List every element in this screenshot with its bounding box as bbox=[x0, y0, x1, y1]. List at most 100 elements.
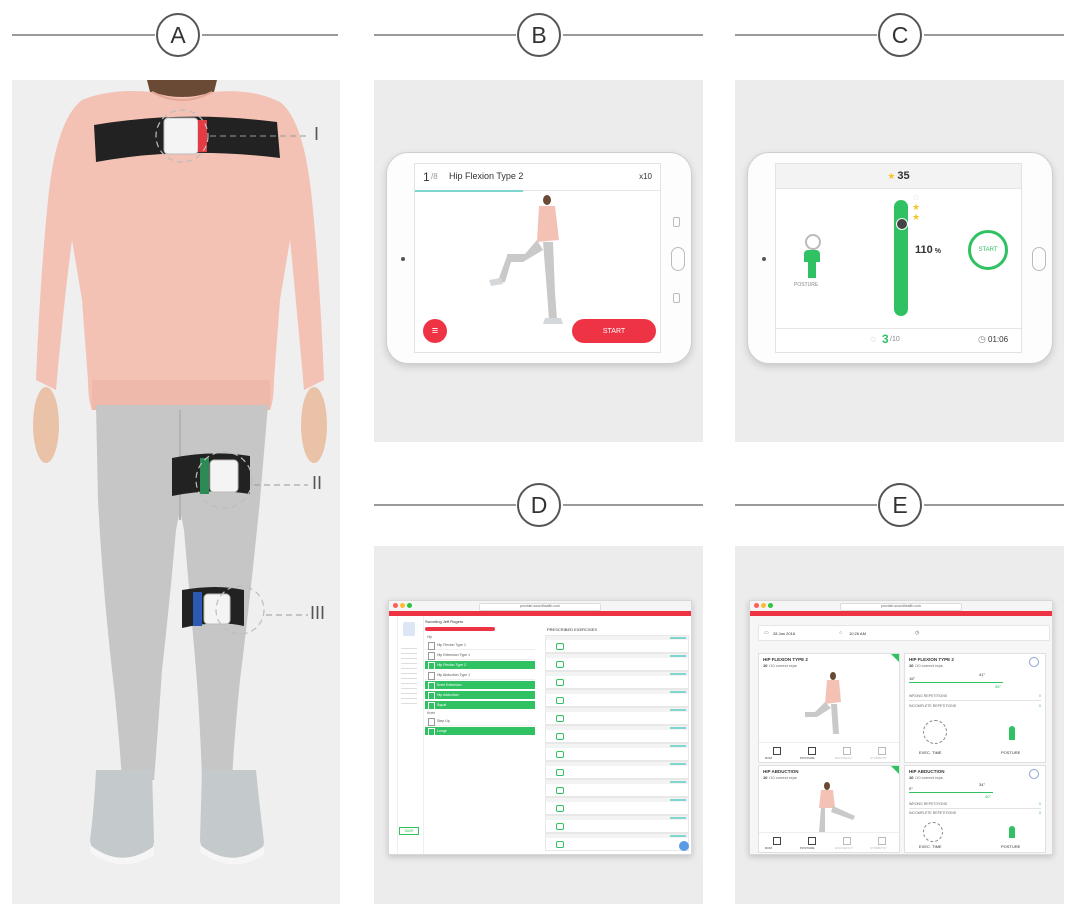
red-top-bar bbox=[389, 611, 691, 616]
prescribed-row[interactable] bbox=[545, 815, 689, 833]
prescribed-row[interactable] bbox=[545, 833, 689, 851]
incomplete-reps-value: 0 bbox=[1039, 704, 1041, 708]
calendar-icon: ▭ bbox=[764, 630, 769, 636]
row-header bbox=[546, 762, 688, 766]
prescribed-row[interactable] bbox=[545, 635, 689, 653]
tablet-camera bbox=[401, 257, 405, 261]
row-header bbox=[546, 726, 688, 730]
row-value-pill[interactable] bbox=[556, 769, 564, 776]
exercise-card-1[interactable]: HIP FLEXION TYPE 2 10 /10 correct reps R… bbox=[758, 653, 900, 763]
metric-tab[interactable]: ROM bbox=[759, 833, 794, 852]
exercise-list-item[interactable]: Hip Extension Type 1 bbox=[425, 651, 535, 660]
prescribed-row[interactable] bbox=[545, 653, 689, 671]
row-header bbox=[546, 816, 688, 820]
angle-max: 41° bbox=[979, 672, 986, 677]
angle-min: 16° bbox=[909, 676, 916, 681]
start-button[interactable]: START bbox=[572, 319, 656, 343]
exercise-list-item[interactable]: Hip Flexion Type 2 bbox=[425, 661, 535, 670]
exercise-list-item[interactable]: Lunge bbox=[425, 727, 535, 736]
menu-button[interactable]: ≡ bbox=[423, 319, 447, 343]
step-total: /8 bbox=[431, 172, 438, 181]
prescribed-row[interactable] bbox=[545, 671, 689, 689]
prescribed-row[interactable] bbox=[545, 707, 689, 725]
wrong-reps-label: WRONG REPETITIONS bbox=[909, 802, 948, 806]
chart-icon[interactable] bbox=[1029, 769, 1039, 779]
metric-tab[interactable]: EFFICIENCY bbox=[829, 743, 864, 762]
fab-button[interactable] bbox=[679, 841, 689, 851]
exercise-card-2[interactable]: HIP ABDUCTION 10 /10 correct reps ROM POS… bbox=[758, 765, 900, 853]
prescribed-row[interactable] bbox=[545, 761, 689, 779]
row-header bbox=[546, 690, 688, 694]
exercise-list-label: Hip Flexion Type 1 bbox=[437, 643, 466, 647]
row-value-pill[interactable] bbox=[556, 823, 564, 830]
row-value-pill[interactable] bbox=[556, 733, 564, 740]
timer-icon: ◷ bbox=[978, 334, 986, 344]
tablet-b: 1 /8 Hip Flexion Type 2 x10 ≡ START bbox=[386, 152, 692, 364]
prescribed-row[interactable] bbox=[545, 743, 689, 761]
patient-column bbox=[397, 616, 424, 854]
exercise-list-item[interactable]: Step Up bbox=[425, 717, 535, 726]
row-value-pill[interactable] bbox=[556, 751, 564, 758]
exercise-list-item[interactable]: Hip Adduction bbox=[425, 691, 535, 700]
prescribed-row[interactable] bbox=[545, 689, 689, 707]
exec-time-label: EXEC. TIME bbox=[919, 750, 942, 755]
reps-count: x10 bbox=[639, 172, 652, 181]
url-text: provider.swordhealth.com bbox=[881, 604, 921, 608]
row-header bbox=[546, 636, 688, 640]
prescribed-column: PRESCRIBED EXERCISES bbox=[545, 627, 691, 852]
incomplete-reps-label: INCOMPLETE REPETITIONS bbox=[909, 811, 957, 815]
exercise-list-item[interactable]: Knee Extension bbox=[425, 681, 535, 690]
timer-value: 01:06 bbox=[988, 335, 1009, 344]
incomplete-reps-label: INCOMPLETE REPETITIONS bbox=[909, 704, 957, 708]
exercise-thumb-icon bbox=[428, 652, 435, 660]
tablet-home-button[interactable] bbox=[1032, 247, 1046, 271]
header-line-a-right bbox=[202, 34, 338, 36]
row-value-pill[interactable] bbox=[556, 661, 564, 668]
posture-label: POSTURE bbox=[1001, 750, 1021, 755]
row-value-pill[interactable] bbox=[556, 643, 564, 650]
save-button[interactable]: SAVE bbox=[399, 827, 419, 835]
row-value-pill[interactable] bbox=[556, 841, 564, 848]
row-status-tag bbox=[670, 691, 686, 693]
metric-tab[interactable]: POSTURE bbox=[794, 743, 829, 762]
exercise-thumb-icon bbox=[428, 682, 435, 690]
address-bar[interactable]: provider.swordhealth.com bbox=[840, 603, 962, 611]
prescribed-row[interactable] bbox=[545, 797, 689, 815]
exercise-list-item[interactable]: Squat bbox=[425, 701, 535, 710]
browser-window-d: provider.swordhealth.com Swording Jeff R… bbox=[388, 600, 692, 855]
exercise-list-item[interactable]: Hip Flexion Type 1 bbox=[425, 641, 535, 650]
panel-d: provider.swordhealth.com Swording Jeff R… bbox=[374, 546, 703, 904]
tablet-home-button[interactable] bbox=[671, 247, 685, 271]
row-header bbox=[546, 780, 688, 784]
prescribed-row[interactable] bbox=[545, 779, 689, 797]
metric-tab[interactable]: SYMMETRY bbox=[864, 833, 899, 852]
session-info-bar: ▭ 28 Jan 2018 ○ 10:26 AM ◷ bbox=[758, 625, 1050, 641]
exercise-thumb-icon bbox=[428, 642, 435, 650]
address-bar[interactable]: provider.swordhealth.com bbox=[479, 603, 601, 611]
metric-tab-icon bbox=[878, 747, 886, 755]
red-tab[interactable] bbox=[425, 627, 495, 631]
metric-tab-label: SYMMETRY bbox=[870, 846, 887, 850]
star-icon-3: ★ bbox=[912, 212, 921, 222]
row-value-pill[interactable] bbox=[556, 679, 564, 686]
metric-tab[interactable]: EFFICIENCY bbox=[829, 833, 864, 852]
metric-tab[interactable]: SYMMETRY bbox=[864, 743, 899, 762]
prescribed-header: PRESCRIBED EXERCISES bbox=[547, 627, 598, 632]
stars-header: ★ 35 bbox=[776, 164, 1021, 189]
row-value-pill[interactable] bbox=[556, 715, 564, 722]
prescribed-row[interactable] bbox=[545, 725, 689, 743]
row-value-pill[interactable] bbox=[556, 697, 564, 704]
posture-icon bbox=[802, 234, 822, 278]
start-ring-button[interactable]: START bbox=[968, 230, 1008, 270]
metric-tab-icon bbox=[773, 747, 781, 755]
row-value-pill[interactable] bbox=[556, 787, 564, 794]
exercise-list-item[interactable]: Hip Abduction Type 1 bbox=[425, 671, 535, 680]
row-header bbox=[546, 798, 688, 802]
chart-icon[interactable] bbox=[1029, 657, 1039, 667]
metric-tab[interactable]: POSTURE bbox=[794, 833, 829, 852]
exercise-list-label: Squat bbox=[437, 703, 447, 707]
row-value-pill[interactable] bbox=[556, 805, 564, 812]
metric-tab[interactable]: ROM bbox=[759, 743, 794, 762]
star-count: 35 bbox=[897, 170, 910, 182]
person-illustration bbox=[33, 80, 327, 865]
